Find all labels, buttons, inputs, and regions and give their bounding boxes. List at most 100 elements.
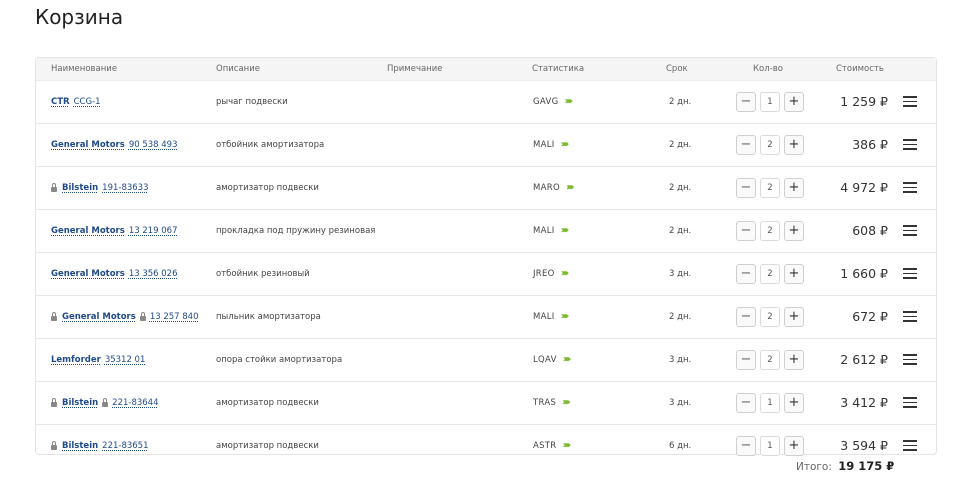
item-description: амортизатор подвески — [216, 440, 319, 451]
quantity-value[interactable]: 2 — [760, 220, 780, 241]
delivery-term: 2 дн. — [669, 311, 692, 322]
brand-link[interactable]: General Motors — [62, 312, 136, 322]
plus-icon: + — [788, 223, 800, 238]
row-menu-button[interactable] — [903, 425, 917, 466]
increment-button[interactable]: + — [784, 263, 804, 284]
decrement-button[interactable]: − — [736, 435, 756, 456]
quantity-stepper: − 1 + — [736, 382, 804, 423]
item-name-cell: General Motors 90 538 493 — [51, 124, 177, 165]
quantity-stepper: − 2 + — [736, 167, 804, 208]
brand-link[interactable]: Bilstein — [62, 441, 98, 451]
brand-link[interactable]: Lemforder — [51, 355, 101, 365]
brand-link[interactable]: General Motors — [51, 269, 125, 279]
stat-code: ASTR — [533, 440, 557, 451]
row-menu-button[interactable] — [903, 124, 917, 165]
stat-code: JREO — [533, 268, 555, 279]
quantity-value[interactable]: 1 — [760, 392, 780, 413]
increment-button[interactable]: + — [784, 349, 804, 370]
minus-icon: − — [740, 94, 752, 109]
chevrons-right-icon[interactable]: ››››› — [562, 397, 570, 408]
chevrons-right-icon[interactable]: ››››› — [561, 225, 569, 236]
hamburger-menu-icon — [903, 265, 917, 282]
delivery-term: 2 дн. — [669, 96, 692, 107]
item-name-cell: General Motors 13 257 840 — [51, 296, 198, 337]
quantity-value[interactable]: 2 — [760, 306, 780, 327]
item-description: пыльник амортизатора — [216, 311, 321, 322]
brand-link[interactable]: Bilstein — [62, 183, 98, 193]
lock-icon — [51, 440, 57, 450]
increment-button[interactable]: + — [784, 177, 804, 198]
row-menu-button[interactable] — [903, 81, 917, 122]
decrement-button[interactable]: − — [736, 392, 756, 413]
quantity-value[interactable]: 1 — [760, 91, 780, 112]
plus-icon: + — [788, 309, 800, 324]
row-menu-button[interactable] — [903, 167, 917, 208]
chevrons-right-icon[interactable]: ››››› — [563, 354, 571, 365]
cart-table: Наименование Описание Примечание Статист… — [35, 57, 937, 456]
row-menu-button[interactable] — [903, 253, 917, 294]
part-number-link[interactable]: 13 356 026 — [129, 269, 178, 279]
decrement-button[interactable]: − — [736, 134, 756, 155]
part-number-link[interactable]: 13 257 840 — [150, 312, 199, 322]
quantity-value[interactable]: 2 — [760, 263, 780, 284]
chevrons-right-icon[interactable]: ››››› — [564, 96, 572, 107]
minus-icon: − — [740, 223, 752, 238]
page-title: Корзина — [35, 5, 124, 29]
delivery-term: 2 дн. — [669, 225, 692, 236]
part-number-link[interactable]: CCG-1 — [74, 97, 101, 107]
hamburger-menu-icon — [903, 394, 917, 411]
stat-cell: MALI ››››› — [533, 124, 569, 165]
lock-icon — [102, 397, 109, 407]
quantity-value[interactable]: 2 — [760, 349, 780, 370]
row-menu-button[interactable] — [903, 210, 917, 251]
column-note: Примечание — [387, 64, 443, 74]
row-menu-button[interactable] — [903, 339, 917, 380]
brand-link[interactable]: General Motors — [51, 140, 125, 150]
part-number-link[interactable]: 35312 01 — [105, 355, 146, 365]
delivery-term: 6 дн. — [669, 440, 692, 451]
decrement-button[interactable]: − — [736, 349, 756, 370]
chevrons-right-icon[interactable]: ››››› — [561, 268, 569, 279]
chevrons-right-icon[interactable]: ››››› — [566, 182, 574, 193]
quantity-value[interactable]: 2 — [760, 177, 780, 198]
chevrons-right-icon[interactable]: ››››› — [561, 139, 569, 150]
decrement-button[interactable]: − — [736, 306, 756, 327]
decrement-button[interactable]: − — [736, 91, 756, 112]
item-name-cell: Bilstein 191-83633 — [51, 167, 149, 208]
decrement-button[interactable]: − — [736, 220, 756, 241]
quantity-value[interactable]: 1 — [760, 435, 780, 456]
brand-link[interactable]: Bilstein — [62, 398, 98, 408]
part-number-link[interactable]: 90 538 493 — [129, 140, 178, 150]
quantity-stepper: − 2 + — [736, 339, 804, 380]
quantity-stepper: − 1 + — [736, 81, 804, 122]
plus-icon: + — [788, 352, 800, 367]
part-number-link[interactable]: 221-83644 — [112, 398, 158, 408]
quantity-stepper: − 2 + — [736, 296, 804, 337]
increment-button[interactable]: + — [784, 392, 804, 413]
item-price: 1 259 ₽ — [840, 94, 888, 109]
part-number-link[interactable]: 13 219 067 — [129, 226, 178, 236]
item-price: 2 612 ₽ — [840, 352, 888, 367]
increment-button[interactable]: + — [784, 220, 804, 241]
part-number-link[interactable]: 221-83651 — [102, 441, 148, 451]
stat-code: MARO — [533, 182, 560, 193]
decrement-button[interactable]: − — [736, 177, 756, 198]
increment-button[interactable]: + — [784, 134, 804, 155]
brand-link[interactable]: CTR — [51, 97, 70, 107]
increment-button[interactable]: + — [784, 435, 804, 456]
item-description: прокладка под пружину резиновая — [216, 225, 376, 236]
brand-link[interactable]: General Motors — [51, 226, 125, 236]
hamburger-menu-icon — [903, 437, 917, 454]
row-menu-button[interactable] — [903, 296, 917, 337]
increment-button[interactable]: + — [784, 91, 804, 112]
increment-button[interactable]: + — [784, 306, 804, 327]
quantity-value[interactable]: 2 — [760, 134, 780, 155]
chevrons-right-icon[interactable]: ››››› — [563, 440, 571, 451]
table-row: General Motors 90 538 493 отбойник аморт… — [36, 124, 936, 167]
item-description: амортизатор подвески — [216, 182, 319, 193]
decrement-button[interactable]: − — [736, 263, 756, 284]
row-menu-button[interactable] — [903, 382, 917, 423]
chevrons-right-icon[interactable]: ››››› — [561, 311, 569, 322]
part-number-link[interactable]: 191-83633 — [102, 183, 148, 193]
total-value: 19 175 ₽ — [838, 459, 895, 473]
